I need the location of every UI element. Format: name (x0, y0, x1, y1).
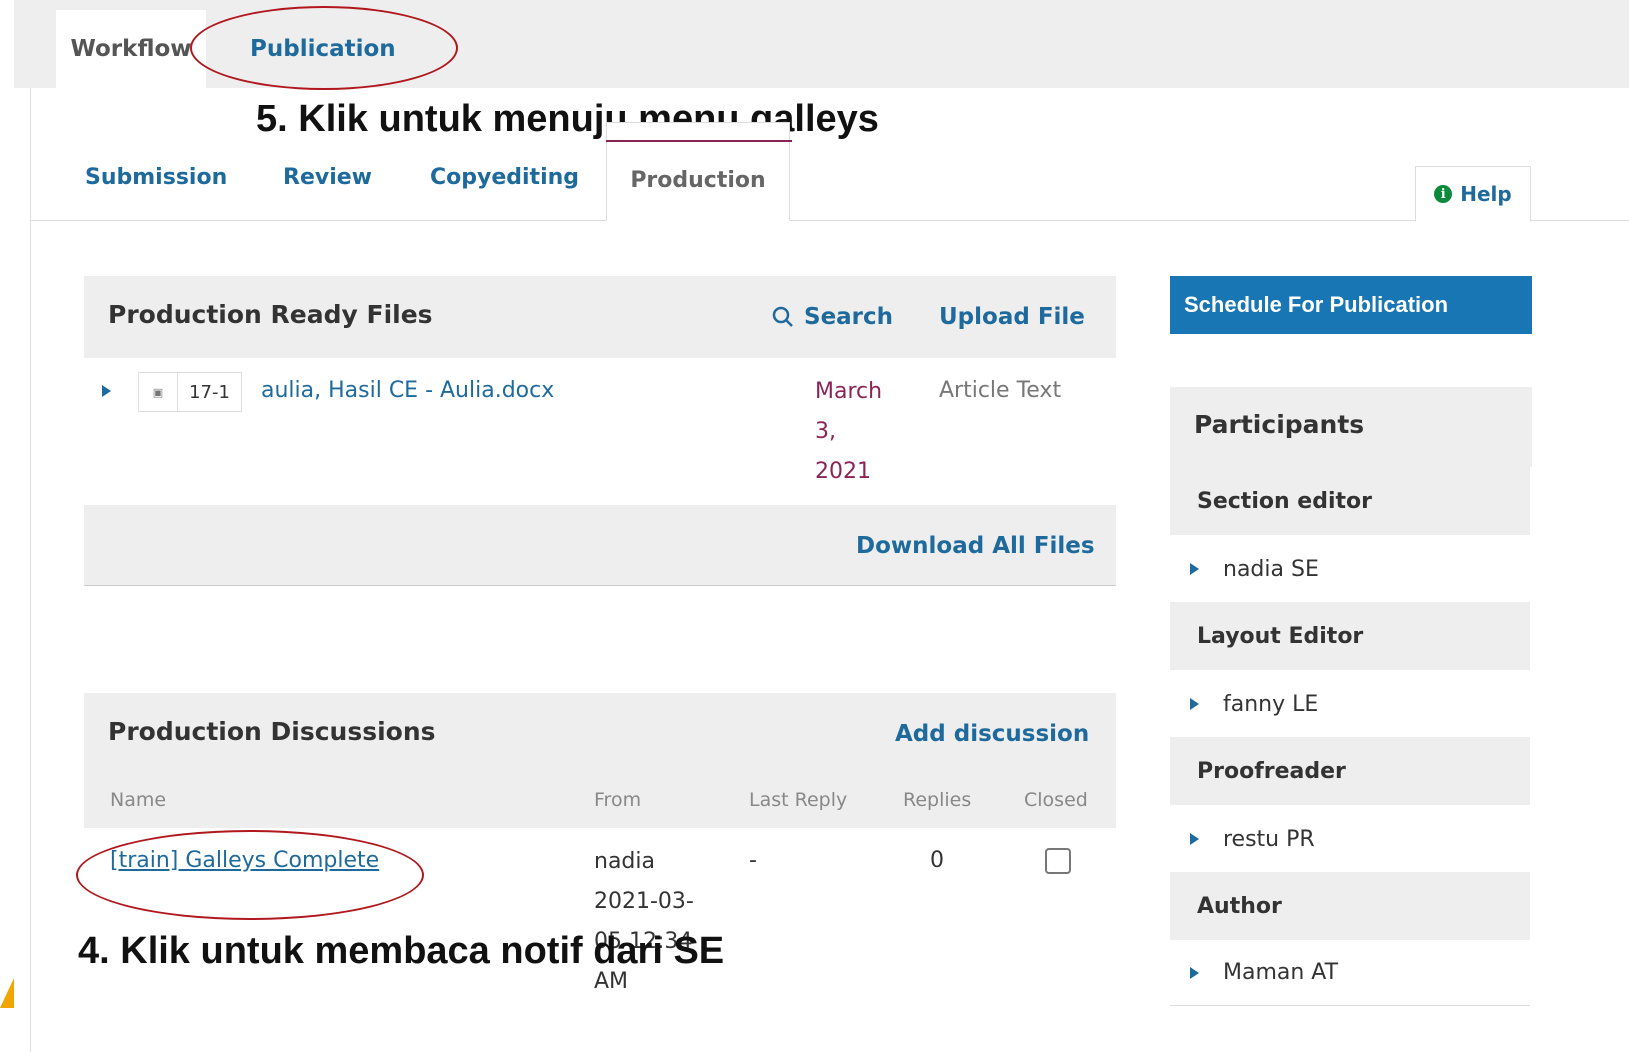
discussion-from-line: 2021-03- (594, 889, 694, 914)
discussion-from: nadia 2021-03- 05 12:34 AM (594, 842, 694, 1002)
role-section-editor: Section editor (1170, 467, 1530, 535)
participant-name: nadia SE (1223, 556, 1319, 582)
info-icon: i (1434, 185, 1453, 203)
help-tab[interactable]: i Help (1415, 166, 1531, 222)
search-icon (772, 306, 793, 327)
corner-decoration (0, 978, 14, 1008)
production-files-title: Production Ready Files (108, 300, 433, 329)
participant-name: restu PR (1223, 826, 1315, 852)
discussion-from-line: nadia (594, 849, 655, 874)
upload-file-button[interactable]: Upload File (939, 304, 1085, 330)
tab-review[interactable]: Review (283, 165, 372, 190)
participant-item[interactable]: nadia SE (1170, 536, 1530, 602)
file-date-line: March (815, 379, 883, 404)
add-discussion-button[interactable]: Add discussion (895, 721, 1089, 747)
tab-copyediting[interactable]: Copyediting (430, 165, 579, 190)
discussion-replies: 0 (930, 848, 944, 873)
annotation-circle-publication (190, 6, 458, 90)
closed-checkbox[interactable] (1045, 848, 1071, 874)
tab-workflow-label: Workflow (70, 36, 192, 62)
column-header-closed: Closed (1024, 789, 1088, 811)
file-date: March 3, 2021 (815, 372, 882, 492)
participant-name: fanny LE (1223, 691, 1319, 717)
discussions-title: Production Discussions (108, 717, 436, 746)
participant-item[interactable]: restu PR (1170, 806, 1530, 872)
help-label: Help (1460, 182, 1512, 206)
file-badge: ▣ 17-1 (138, 372, 242, 412)
docx-file-icon: ▣ (139, 373, 178, 411)
participant-item[interactable]: Maman AT (1170, 940, 1530, 1006)
role-proofreader: Proofreader (1170, 737, 1530, 805)
annotation-step-4: 4. Klik untuk membaca notif dari SE (78, 930, 725, 972)
participants-title: Participants (1194, 410, 1365, 439)
schedule-for-publication-button[interactable]: Schedule For Publication (1170, 276, 1532, 334)
discussion-last-reply: - (749, 848, 757, 873)
annotation-circle-discussion (76, 830, 424, 920)
tab-submission[interactable]: Submission (85, 165, 227, 190)
expand-participant-icon (1190, 563, 1199, 575)
subtab-divider (30, 220, 1629, 221)
expand-participant-icon (1190, 966, 1199, 979)
expand-participant-icon (1190, 698, 1199, 710)
column-header-replies: Replies (903, 789, 972, 811)
file-date-line: 2021 (815, 459, 871, 484)
search-button[interactable]: Search (772, 304, 893, 330)
tab-production[interactable]: Production (606, 122, 790, 221)
download-all-files-button[interactable]: Download All Files (856, 533, 1095, 559)
role-layout-editor: Layout Editor (1170, 602, 1530, 670)
expand-participant-icon (1190, 833, 1199, 845)
tab-production-label: Production (630, 168, 766, 193)
search-label: Search (804, 304, 894, 330)
participant-item[interactable]: fanny LE (1170, 671, 1530, 737)
left-edge (0, 0, 14, 1052)
file-id: 17-1 (189, 381, 230, 403)
column-header-from: From (594, 789, 642, 811)
file-date-line: 3, (815, 419, 836, 444)
column-header-last-reply: Last Reply (749, 789, 848, 811)
tab-workflow[interactable]: Workflow (56, 10, 206, 88)
role-author: Author (1170, 872, 1530, 940)
expand-row-icon[interactable] (102, 385, 111, 397)
file-name-link[interactable]: aulia, Hasil CE - Aulia.docx (261, 378, 554, 403)
column-header-name: Name (110, 789, 167, 811)
participant-name: Maman AT (1223, 960, 1339, 985)
file-type: Article Text (939, 378, 1062, 403)
annotation-underline (606, 140, 792, 142)
